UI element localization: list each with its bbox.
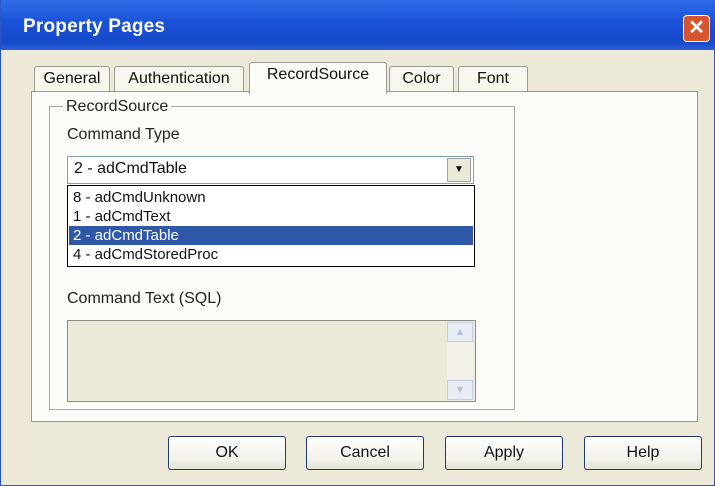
tab-recordsource[interactable]: RecordSource xyxy=(249,62,387,94)
close-icon: ✕ xyxy=(688,17,705,39)
command-type-select[interactable]: 2 - adCmdTable xyxy=(67,156,474,184)
scroll-up-icon: ▲ xyxy=(454,326,466,338)
command-type-dropdown-list: 8 - adCmdUnknown 1 - adCmdText 2 - adCmd… xyxy=(67,185,475,267)
option-adcmdtext[interactable]: 1 - adCmdText xyxy=(69,207,473,226)
command-type-value: 2 - adCmdTable xyxy=(74,160,187,177)
window-title: Property Pages xyxy=(23,16,166,37)
apply-button[interactable]: Apply xyxy=(445,436,563,470)
option-adcmdunknown[interactable]: 8 - adCmdUnknown xyxy=(69,188,473,207)
property-pages-dialog: Property Pages ✕ General Authentication … xyxy=(0,0,715,486)
groupbox-label: RecordSource xyxy=(63,98,172,116)
tab-font[interactable]: Font xyxy=(458,66,528,92)
tab-authentication[interactable]: Authentication xyxy=(114,66,244,92)
command-text-label: Command Text (SQL) xyxy=(67,290,222,307)
tab-color[interactable]: Color xyxy=(389,66,454,92)
title-bar[interactable]: Property Pages ✕ xyxy=(1,0,715,50)
ok-button[interactable]: OK xyxy=(168,436,286,470)
help-button[interactable]: Help xyxy=(584,436,702,470)
tab-general[interactable]: General xyxy=(34,66,110,92)
scroll-up-button[interactable]: ▲ xyxy=(447,322,473,342)
command-type-label: Command Type xyxy=(67,126,180,143)
scroll-down-icon: ▼ xyxy=(454,384,466,396)
scrollbar-track[interactable] xyxy=(447,342,473,380)
cancel-button[interactable]: Cancel xyxy=(306,436,424,470)
dropdown-button[interactable]: ▼ xyxy=(447,158,471,182)
chevron-down-icon: ▼ xyxy=(454,164,464,175)
option-adcmdstoredproc[interactable]: 4 - adCmdStoredProc xyxy=(69,245,473,264)
command-text-field[interactable] xyxy=(67,320,476,402)
close-button[interactable]: ✕ xyxy=(683,15,710,42)
option-adcmdtable[interactable]: 2 - adCmdTable xyxy=(69,226,473,245)
scroll-down-button[interactable]: ▼ xyxy=(447,380,473,400)
